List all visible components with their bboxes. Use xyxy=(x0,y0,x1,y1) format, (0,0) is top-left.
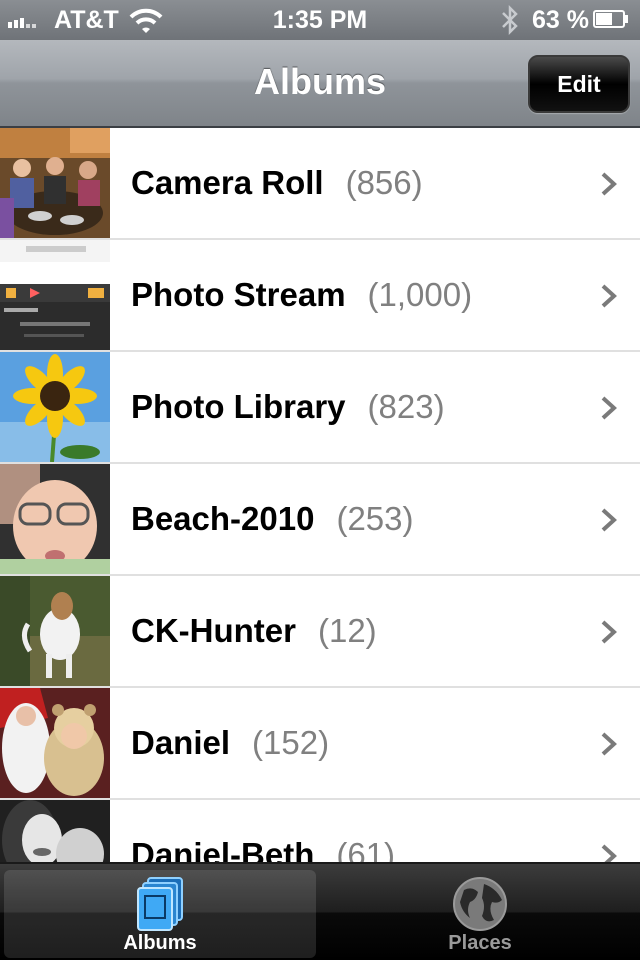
tab-places[interactable]: Places xyxy=(324,870,636,958)
chevron-right-icon xyxy=(601,732,617,756)
battery-icon xyxy=(593,10,628,28)
album-count: (253) xyxy=(336,500,414,537)
chevron-right-icon xyxy=(601,284,617,308)
chevron-right-icon xyxy=(601,396,617,420)
album-count: (856) xyxy=(345,164,423,201)
album-count: (823) xyxy=(367,388,445,425)
battery-percentage: 63 % xyxy=(532,6,589,34)
tab-label: Albums xyxy=(123,932,197,954)
edit-button[interactable]: Edit xyxy=(528,55,630,113)
album-row-daniel-beth[interactable]: Daniel-Beth (61) xyxy=(0,800,640,862)
album-title: Daniel-Beth (61) xyxy=(131,800,395,862)
album-count: (1,000) xyxy=(367,276,473,313)
album-title: Photo Stream (1,000) xyxy=(131,276,473,313)
album-row-photo-stream[interactable]: Photo Stream (1,000) xyxy=(0,240,640,352)
album-title: Daniel (152) xyxy=(131,724,330,761)
album-row-daniel[interactable]: Daniel (152) xyxy=(0,688,640,800)
chevron-right-icon xyxy=(601,172,617,196)
album-thumbnail xyxy=(0,688,110,798)
tab-bar: Albums Places xyxy=(0,862,640,960)
album-title: Camera Roll (856) xyxy=(131,164,423,201)
album-thumbnail xyxy=(0,576,110,686)
album-row-camera-roll[interactable]: Camera Roll (856) xyxy=(0,128,640,240)
album-thumbnail xyxy=(0,464,110,574)
chevron-right-icon xyxy=(601,844,617,862)
album-thumbnail xyxy=(0,800,110,862)
album-thumbnail xyxy=(0,128,110,238)
tab-albums[interactable]: Albums xyxy=(4,870,316,958)
chevron-right-icon xyxy=(601,620,617,644)
album-thumbnail xyxy=(0,240,110,350)
album-row-photo-library[interactable]: Photo Library (823) xyxy=(0,352,640,464)
album-count: (12) xyxy=(317,612,377,649)
globe-icon xyxy=(453,877,507,931)
album-count: (61) xyxy=(336,836,396,862)
album-title: Beach-2010 (253) xyxy=(131,500,414,537)
album-title: Photo Library (823) xyxy=(131,388,445,425)
chevron-right-icon xyxy=(601,508,617,532)
navigation-bar: Albums Edit xyxy=(0,40,640,128)
albums-icon xyxy=(137,877,183,931)
album-row-beach-2010[interactable]: Beach-2010 (253) xyxy=(0,464,640,576)
album-title: CK-Hunter (12) xyxy=(131,612,377,649)
bluetooth-icon xyxy=(502,4,518,36)
album-count: (152) xyxy=(252,724,330,761)
album-list: Camera Roll (856) Photo Stream (1,000) P… xyxy=(0,128,640,862)
album-thumbnail xyxy=(0,352,110,462)
tab-label: Places xyxy=(448,932,512,954)
album-row-ck-hunter[interactable]: CK-Hunter (12) xyxy=(0,576,640,688)
status-bar: AT&T 1:35 PM 63 % xyxy=(0,0,640,40)
